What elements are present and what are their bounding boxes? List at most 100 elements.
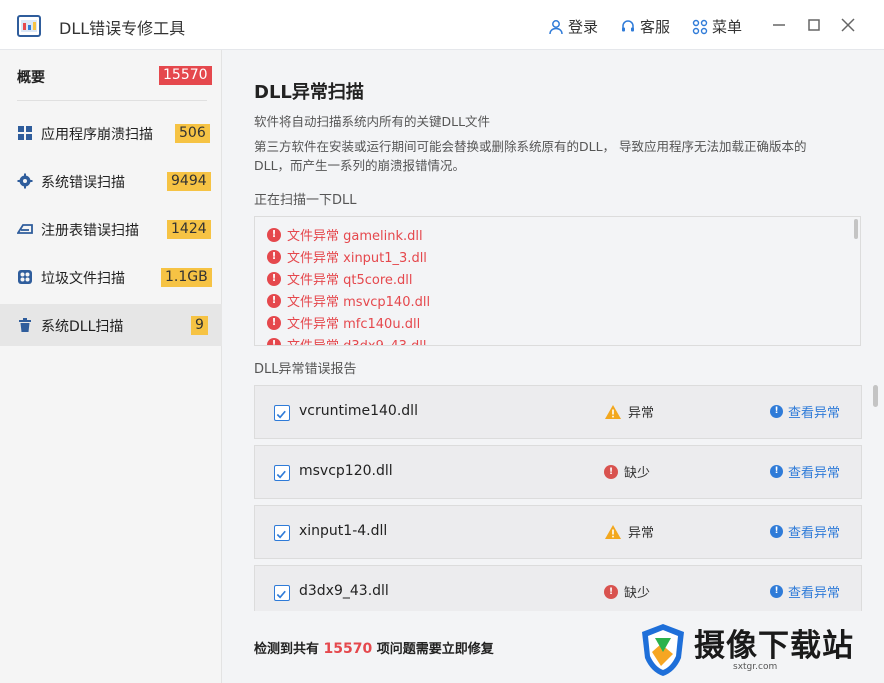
error-icon: ! (267, 271, 281, 286)
missing-icon: ! (604, 464, 618, 479)
scan-log-item: ! 文件异常 xinput1_3.dll (267, 247, 427, 266)
check-icon (276, 530, 286, 539)
row-checkbox[interactable] (274, 465, 290, 481)
row-checkbox[interactable] (274, 585, 290, 601)
scan-log-scrollbar[interactable] (854, 219, 858, 239)
sidebar-item-label: 应用程序崩溃扫描 (41, 127, 153, 143)
report-scrollbar[interactable] (873, 385, 878, 407)
view-issue-link[interactable]: ! 查看异常 (770, 582, 840, 601)
scan-log-item: ! 文件异常 msvcp140.dll (267, 291, 430, 310)
info-icon: ! (770, 465, 783, 478)
missing-icon: ! (604, 584, 618, 599)
sidebar-overview[interactable]: 概要 15570 (0, 50, 222, 100)
dll-name: xinput1-4.dll (299, 523, 388, 539)
count-badge: 506 (175, 124, 210, 143)
description-line-1: 软件将自动扫描系统内所有的关键DLL文件 (254, 114, 491, 129)
scan-log-item: ! 文件异常 gamelink.dll (267, 225, 423, 244)
headset-icon (622, 19, 634, 31)
row-checkbox[interactable] (274, 405, 290, 421)
count-badge: 1424 (167, 220, 211, 239)
warning-icon (605, 404, 621, 419)
maximize-icon[interactable] (805, 16, 823, 34)
watermark-url: sxtgr.com (733, 662, 778, 672)
menu-grid-icon (692, 19, 708, 34)
sidebar-item-system-error-scan[interactable]: 系统错误扫描 9494 (0, 160, 222, 202)
count-badge: 9494 (167, 172, 211, 191)
app-title: DLL错误专修工具 (59, 19, 186, 38)
sidebar-item-junk-file-scan[interactable]: 垃圾文件扫描 1.1GB (0, 256, 222, 298)
status: 异常 (604, 402, 654, 421)
error-icon: ! (267, 249, 281, 264)
menu-label: 菜单 (712, 18, 743, 36)
check-icon (276, 410, 286, 419)
registry-icon (17, 224, 33, 234)
menu-button[interactable]: 菜单 (692, 16, 742, 37)
watermark: 摄像下载站 sxtgr.com (637, 618, 884, 683)
close-icon[interactable] (839, 16, 857, 34)
minimize-icon[interactable] (770, 16, 788, 34)
dll-name: vcruntime140.dll (299, 403, 418, 419)
report-row: vcruntime140.dll 异常 ! 查看异常 (254, 385, 862, 439)
info-icon: ! (770, 405, 783, 418)
login-button[interactable]: 登录 (548, 16, 598, 37)
report-label: DLL异常错误报告 (254, 362, 357, 377)
count-badge: 9 (191, 316, 208, 335)
dll-name: msvcp120.dll (299, 463, 393, 479)
report-list: vcruntime140.dll 异常 ! 查看异常 msvcp120.dll !… (254, 385, 862, 611)
sidebar-item-registry-scan[interactable]: 注册表错误扫描 1424 (0, 208, 222, 250)
issue-count: 15570 (323, 641, 373, 657)
description-line-2: 第三方软件在安装或运行期间可能会替换或删除系统原有的DLL， 导致应用程序无法加… (254, 139, 807, 154)
main-panel: DLL异常扫描 软件将自动扫描系统内所有的关键DLL文件 第三方软件在安装或运行… (223, 50, 884, 683)
sidebar-item-label: 系统错误扫描 (41, 175, 125, 191)
status: ! 缺少 (604, 582, 650, 601)
view-issue-link[interactable]: ! 查看异常 (770, 462, 840, 481)
check-icon (276, 590, 286, 599)
count-badge: 1.1GB (161, 268, 212, 287)
view-issue-link[interactable]: ! 查看异常 (770, 402, 840, 421)
check-icon (276, 470, 286, 479)
warning-icon (605, 524, 621, 539)
info-icon: ! (770, 525, 783, 538)
error-icon: ! (267, 293, 281, 308)
junk-icon (18, 270, 32, 284)
customer-service-label: 客服 (640, 18, 671, 36)
report-row: msvcp120.dll ! 缺少 ! 查看异常 (254, 445, 862, 499)
info-icon: ! (770, 585, 783, 598)
watermark-text: 摄像下载站 (694, 628, 854, 664)
overview-label: 概要 (17, 70, 45, 86)
error-icon: ! (267, 227, 281, 242)
scan-log-item: !文件异常 d3dx9_43.dll (267, 335, 427, 345)
report-row: d3dx9_43.dll ! 缺少 ! 查看异常 (254, 565, 862, 611)
error-icon: ! (267, 315, 281, 330)
sidebar-item-app-crash-scan[interactable]: 应用程序崩溃扫描 506 (0, 112, 222, 154)
shield-logo-icon (642, 624, 684, 676)
scan-log-item: ! 文件异常 qt5core.dll (267, 269, 413, 288)
sidebar-item-label: 垃圾文件扫描 (41, 271, 125, 287)
status: ! 缺少 (604, 462, 650, 481)
title-bar: DLL错误专修工具 登录 客服 菜单 (0, 0, 884, 50)
sidebar-divider (17, 100, 207, 101)
page-title: DLL异常扫描 (254, 82, 364, 103)
view-issue-link[interactable]: ! 查看异常 (770, 522, 840, 541)
error-icon: ! (267, 337, 281, 345)
login-label: 登录 (568, 18, 599, 36)
scan-log-item: ! 文件异常 mfc140u.dll (267, 313, 420, 332)
sidebar: 概要 15570 应用程序崩溃扫描 506 系统错误扫描 9494 注册表错误扫… (0, 50, 222, 683)
row-checkbox[interactable] (274, 525, 290, 541)
app-logo-icon (17, 15, 41, 37)
grid-icon (18, 126, 32, 140)
sidebar-item-label: 系统DLL扫描 (41, 319, 124, 335)
trash-icon (19, 318, 31, 332)
sidebar-item-label: 注册表错误扫描 (41, 223, 139, 239)
dll-name: d3dx9_43.dll (299, 583, 389, 599)
customer-service-button[interactable]: 客服 (620, 16, 670, 37)
overview-count-badge: 15570 (159, 66, 212, 85)
description-line-3: DLL，而产生一系列的崩溃报错情况。 (254, 158, 466, 173)
scanning-label: 正在扫描一下DLL (254, 193, 357, 208)
status: 异常 (604, 522, 654, 541)
report-row: xinput1-4.dll 异常 ! 查看异常 (254, 505, 862, 559)
sidebar-item-system-dll-scan[interactable]: 系统DLL扫描 9 (0, 304, 222, 346)
user-icon (549, 19, 563, 34)
scan-log[interactable]: ! 文件异常 gamelink.dll ! 文件异常 xinput1_3.dll !… (254, 216, 861, 346)
footer-summary: 检测到共有 15570 项问题需要立即修复 (254, 641, 494, 657)
